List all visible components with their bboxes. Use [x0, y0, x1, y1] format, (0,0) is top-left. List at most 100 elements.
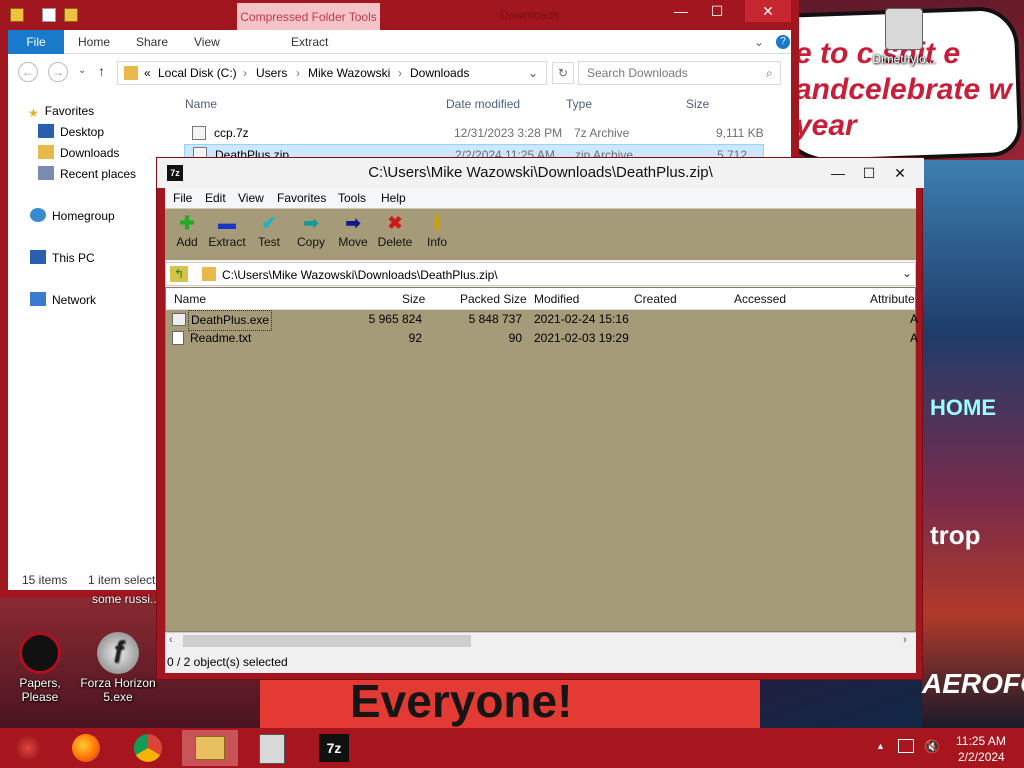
maximize-button[interactable]: ☐ [700, 0, 734, 22]
path-text: C:\Users\Mike Wazowski\Downloads\DeathPl… [222, 268, 498, 282]
breadcrumb-user[interactable]: Mike Wazowski [308, 66, 390, 80]
explorer-title: Downloads [500, 8, 560, 22]
scrollbar-thumb[interactable] [183, 635, 471, 647]
menu-file[interactable]: File [173, 191, 192, 205]
desktop-icon-forza[interactable]: f Forza Horizon 5.exe [78, 632, 158, 704]
taskbar-firefox[interactable] [58, 730, 114, 766]
desktop-icon-papers[interactable]: Papers, Please [0, 632, 80, 704]
column-header-packed[interactable]: Packed Size [460, 292, 527, 306]
minimize-button[interactable]: — [823, 158, 853, 188]
column-header-type[interactable]: Type [566, 97, 592, 111]
taskbar-7zip[interactable]: 7z [306, 730, 362, 766]
taskbar-app[interactable] [244, 730, 300, 766]
properties-icon[interactable] [42, 8, 56, 22]
column-header-attribute[interactable]: Attribute [870, 292, 915, 306]
back-button[interactable]: ← [18, 62, 38, 82]
item-attribute: A [910, 312, 919, 326]
context-tab-compressed[interactable]: Compressed Folder Tools [237, 3, 380, 30]
ribbon-home-tab[interactable]: Home [78, 35, 110, 49]
nav-downloads[interactable]: Downloads [38, 144, 119, 162]
ribbon-share-tab[interactable]: Share [136, 35, 168, 49]
scroll-right-icon[interactable]: › [903, 634, 907, 646]
desktop-icon-dimethyl[interactable]: Dimethylo... [864, 8, 944, 66]
explorer-titlebar[interactable]: Compressed Folder Tools Downloads — ☐ ✕ [0, 0, 799, 30]
column-header-accessed[interactable]: Accessed [734, 292, 786, 306]
menu-view[interactable]: View [238, 191, 264, 205]
up-folder-icon[interactable]: ↰ [170, 266, 188, 282]
search-input[interactable]: Search Downloads [578, 61, 781, 85]
7zip-title: C:\Users\Mike Wazowski\Downloads\DeathPl… [368, 164, 713, 181]
column-header-name[interactable]: Name [185, 97, 217, 111]
close-button[interactable]: ✕ [745, 0, 791, 22]
ribbon-view-tab[interactable]: View [194, 35, 220, 49]
file-date: 12/31/2023 3:28 PM [454, 126, 563, 140]
column-header-size[interactable]: Size [686, 97, 709, 111]
scroll-left-icon[interactable]: ‹ [169, 634, 173, 646]
horizontal-scrollbar[interactable]: ‹ › [165, 632, 916, 649]
clock-time[interactable]: 11:25 AM [956, 734, 1006, 748]
address-bar[interactable]: « Local Disk (C:) › Users › Mike Wazowsk… [117, 61, 547, 85]
nav-thispc[interactable]: This PC [30, 249, 95, 267]
recent-locations-icon[interactable]: ⌄ [78, 65, 86, 76]
up-button[interactable]: ↑ [98, 63, 105, 79]
ribbon-file-tab[interactable]: File [8, 30, 64, 54]
text-file-icon [172, 331, 184, 345]
info-button[interactable]: ℹ Info [415, 213, 459, 249]
taskbar-explorer[interactable] [182, 730, 238, 766]
desktop-icon-label: Forza Horizon 5.exe [80, 676, 156, 704]
column-header-modified[interactable]: Modified [534, 292, 579, 306]
taskbar-chrome[interactable] [120, 730, 176, 766]
breadcrumb-root[interactable]: « [144, 66, 151, 80]
breadcrumb-users[interactable]: Users [256, 66, 287, 80]
list-item[interactable]: Readme.txt 92 90 2021-02-03 19:29 A [166, 329, 918, 348]
nav-favorites[interactable]: ★ Favorites [28, 102, 94, 120]
column-header-date[interactable]: Date modified [446, 97, 520, 111]
7zip-titlebar[interactable]: 7z C:\Users\Mike Wazowski\Downloads\Deat… [157, 158, 924, 188]
help-icon[interactable]: ? [776, 35, 790, 49]
expand-ribbon-icon[interactable]: ⌄ [754, 35, 764, 49]
breadcrumb-disk[interactable]: Local Disk (C:) [158, 66, 237, 80]
menu-favorites[interactable]: Favorites [277, 191, 326, 205]
close-button[interactable]: ✕ [877, 158, 923, 188]
extract-button[interactable]: ▬ Extract [205, 213, 249, 249]
delete-icon: ✖ [387, 213, 403, 233]
volume-muted-icon[interactable]: 🔇 [924, 739, 940, 755]
menu-tools[interactable]: Tools [338, 191, 366, 205]
column-header-name[interactable]: Name [174, 292, 206, 306]
delete-button[interactable]: ✖ Delete [373, 213, 417, 249]
nav-network[interactable]: Network [30, 291, 96, 309]
add-button[interactable]: ✚ Add [165, 213, 209, 249]
column-header-created[interactable]: Created [634, 292, 677, 306]
copy-button[interactable]: ➡ Copy [289, 213, 333, 249]
nav-homegroup[interactable]: Homegroup [30, 207, 115, 225]
clock-date[interactable]: 2/2/2024 [958, 750, 1005, 764]
7zip-window[interactable]: 7z C:\Users\Mike Wazowski\Downloads\Deat… [156, 157, 924, 680]
path-dropdown-icon[interactable]: ⌄ [902, 266, 912, 280]
breadcrumb-downloads[interactable]: Downloads [410, 66, 469, 80]
file-row[interactable]: ccp.7z 12/31/2023 3:28 PM 7z Archive 9,1… [184, 123, 764, 143]
list-item[interactable]: DeathPlus.exe 5 965 824 5 848 737 2021-0… [166, 310, 919, 331]
nav-recent[interactable]: Recent places [38, 165, 136, 183]
file-size: 9,111 KB [716, 126, 764, 140]
network-tray-icon[interactable] [898, 739, 914, 753]
move-button[interactable]: ➡ Move [331, 213, 375, 249]
7zip-file-list[interactable]: Name Size Packed Size Modified Created A… [165, 287, 919, 632]
nav-desktop[interactable]: Desktop [38, 123, 104, 141]
new-folder-icon[interactable] [64, 8, 78, 22]
test-button[interactable]: ✔ Test [247, 213, 291, 249]
start-button[interactable] [0, 730, 56, 766]
ribbon-extract-tab[interactable]: Extract [291, 35, 328, 49]
forward-button[interactable]: → [48, 62, 68, 82]
column-header-size[interactable]: Size [402, 292, 425, 306]
menu-help[interactable]: Help [381, 191, 406, 205]
7zip-path-bar[interactable]: ↰ C:\Users\Mike Wazowski\Downloads\Death… [165, 262, 916, 286]
menu-edit[interactable]: Edit [205, 191, 226, 205]
minimize-button[interactable]: — [664, 0, 698, 22]
info-icon: ℹ [433, 213, 441, 233]
show-hidden-icons[interactable]: ▲ [876, 741, 885, 751]
item-packed: 90 [508, 331, 522, 345]
file-icon [885, 8, 923, 50]
address-dropdown-icon[interactable]: ⌄ [528, 66, 538, 80]
search-icon: ⌕ [766, 66, 773, 80]
refresh-icon[interactable]: ↻ [552, 62, 574, 84]
